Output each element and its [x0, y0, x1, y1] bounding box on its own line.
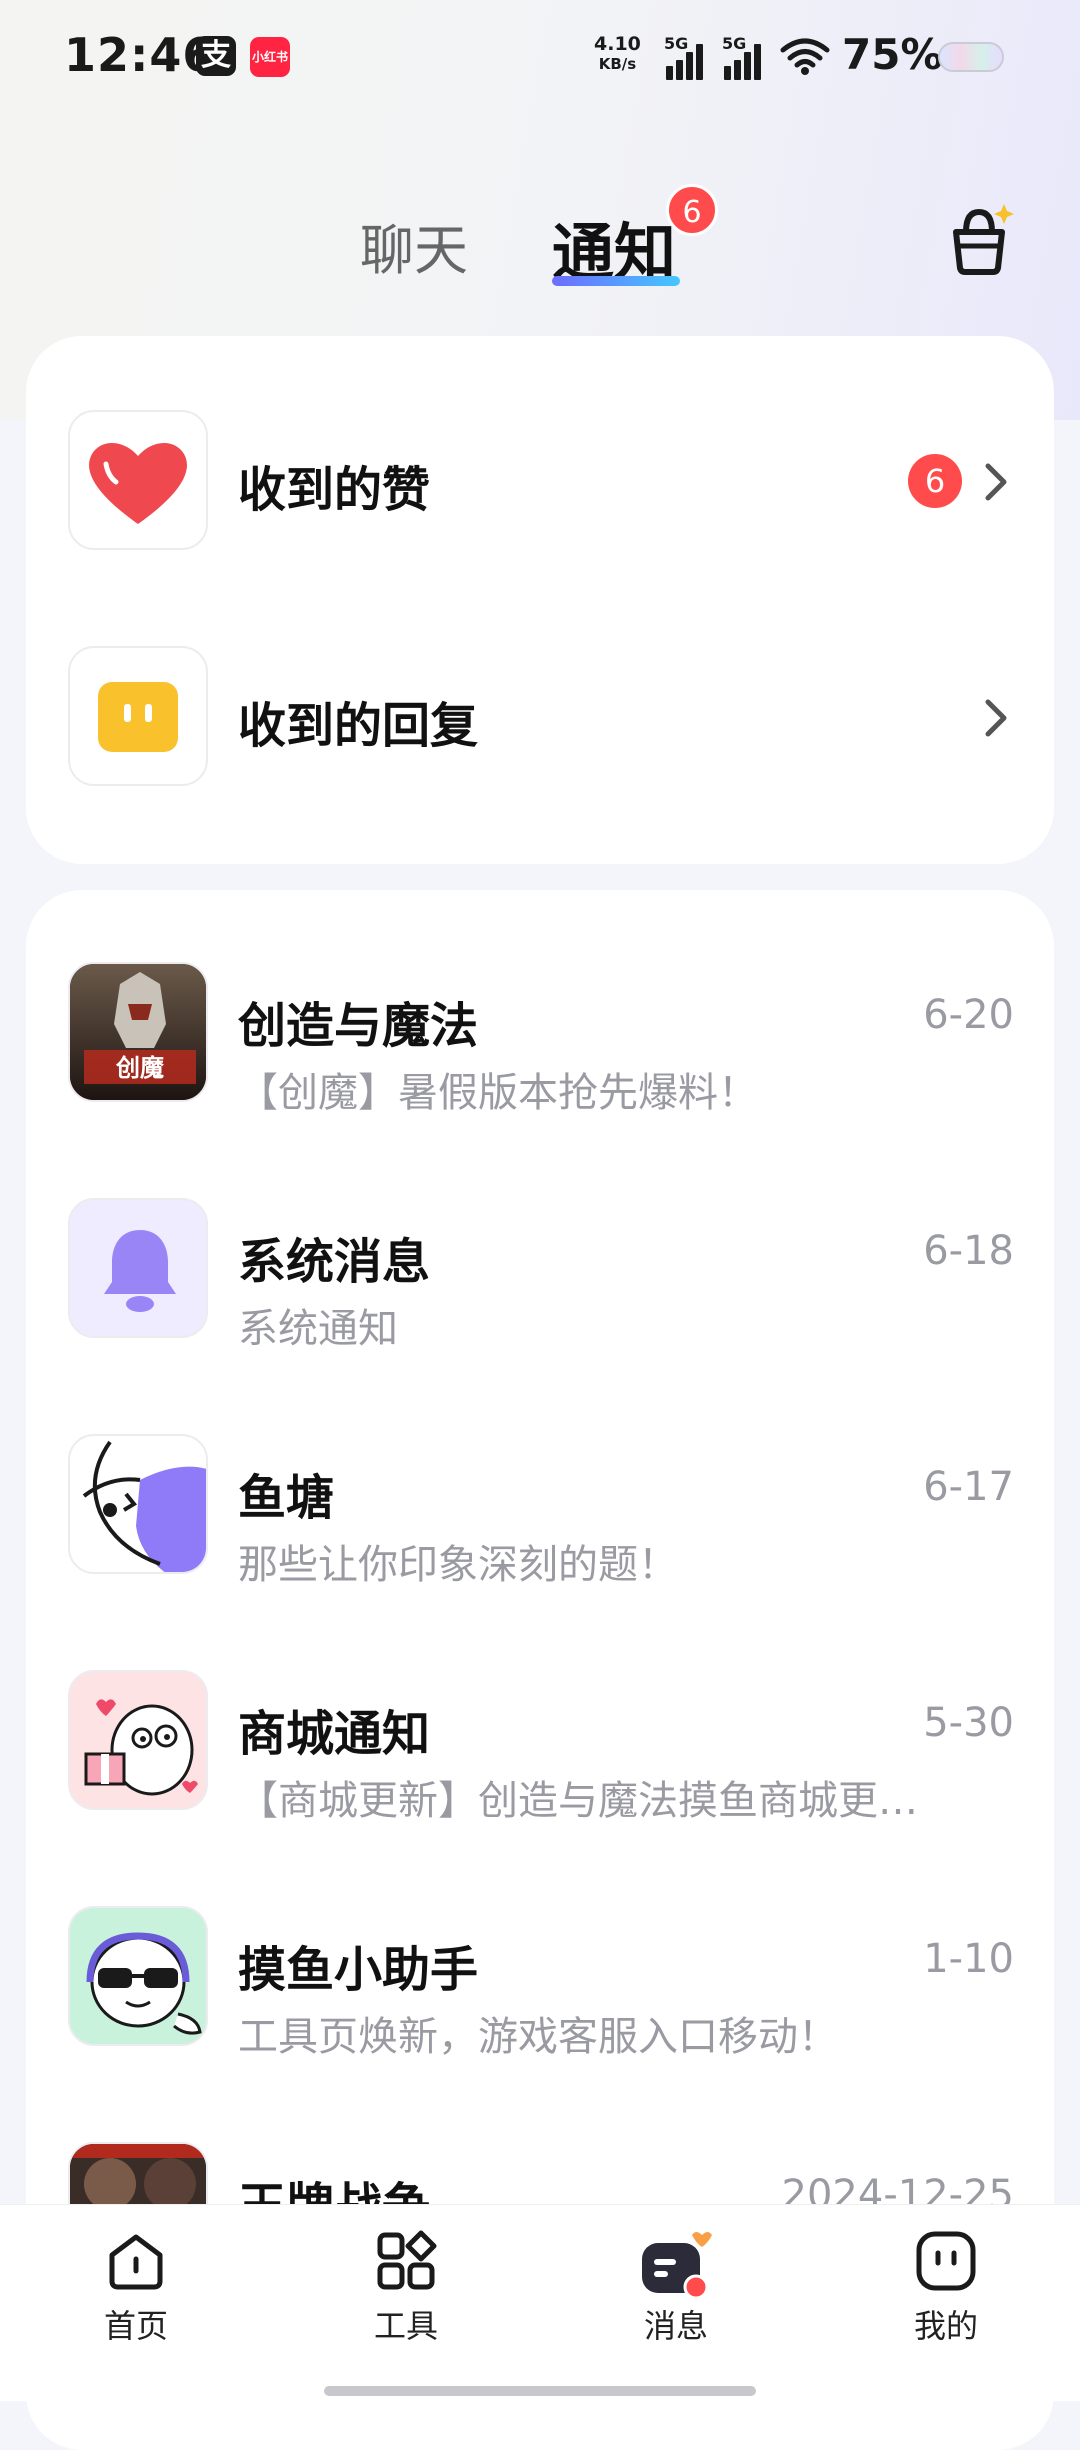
quick-actions-card: 收到的赞 6 收到的回复 — [26, 336, 1054, 864]
likes-received-row[interactable]: 收到的赞 6 — [26, 336, 1054, 586]
heart-icon-box — [68, 410, 208, 550]
home-indicator[interactable] — [324, 2386, 756, 2396]
nav-messages[interactable]: 消息 — [606, 2229, 746, 2347]
status-time: 12:46 — [64, 28, 216, 82]
tab-chat[interactable]: 聊天 — [360, 206, 468, 285]
alipay-notification-icon: 支 — [196, 36, 236, 76]
message-preview: 【创魔】暑假版本抢先爆料！ — [238, 1070, 758, 1116]
signal-icon-1: 5G — [664, 34, 714, 80]
nav-tools-label: 工具 — [373, 2307, 438, 2345]
status-bar: 12:46 支 小红书 4.10 KB/s 5G 5G 75% — [0, 0, 1080, 110]
chuangmo-game-icon: 创魔 — [70, 964, 206, 1100]
nav-tools[interactable]: 工具 — [336, 2229, 476, 2347]
game-avatar: 创魔 — [68, 962, 208, 1102]
fish-icon — [82, 1440, 206, 1572]
battery-percent: 75% — [842, 30, 943, 79]
active-tab-indicator — [552, 276, 680, 286]
bell-icon — [104, 1230, 176, 1312]
messages-icon — [642, 2232, 712, 2300]
bottom-navigation: 首页 工具 消息 我的 — [0, 2204, 1080, 2401]
nav-home[interactable]: 首页 — [66, 2229, 206, 2347]
chevron-right-icon — [985, 699, 1007, 737]
message-date: 1-10 — [923, 1936, 1014, 1982]
message-title: 创造与魔法 — [238, 998, 479, 1054]
notifications-badge: 6 — [666, 184, 718, 236]
signal-label-1: 5G — [664, 34, 689, 53]
signal-icon-2: 5G — [722, 34, 772, 80]
battery-icon — [938, 42, 1004, 72]
message-preview: 【商城更新】创造与魔法摸鱼商城更… — [238, 1778, 918, 1824]
home-icon — [109, 2234, 163, 2290]
assistant-mascot-icon — [86, 1932, 202, 2035]
nav-messages-label: 消息 — [643, 2307, 708, 2345]
nav-home-label: 首页 — [103, 2307, 168, 2345]
message-preview: 那些让你印象深刻的题！ — [238, 1542, 678, 1588]
message-preview: 系统通知 — [238, 1306, 398, 1352]
signal-label-2: 5G — [722, 34, 747, 53]
mall-avatar — [68, 1670, 208, 1810]
message-title: 摸鱼小助手 — [238, 1942, 479, 1998]
game-icon-text: 创魔 — [115, 1054, 164, 1082]
list-item[interactable]: 系统消息 6-18 系统通知 — [26, 1166, 1054, 1396]
message-date: 6-17 — [923, 1464, 1014, 1510]
message-date: 6-20 — [923, 992, 1014, 1038]
replies-received-label: 收到的回复 — [238, 698, 479, 754]
message-title: 鱼塘 — [238, 1470, 335, 1526]
message-title: 系统消息 — [238, 1234, 431, 1290]
shop-basket-icon[interactable] — [946, 198, 1016, 278]
message-date: 5-30 — [923, 1700, 1014, 1746]
nav-me-label: 我的 — [913, 2307, 978, 2345]
network-speed-value: 4.10 — [594, 33, 641, 55]
nav-me[interactable]: 我的 — [876, 2229, 1016, 2347]
message-preview: 工具页焕新，游戏客服入口移动！ — [238, 2014, 838, 2060]
wifi-icon — [780, 38, 830, 75]
assistant-avatar — [68, 1906, 208, 2046]
tools-grid-icon — [377, 2230, 437, 2290]
xiaohongshu-notification-icon: 小红书 — [250, 37, 290, 77]
replies-received-row[interactable]: 收到的回复 — [26, 586, 1054, 836]
mascot-gift-icon — [84, 1699, 198, 1796]
list-item[interactable]: 摸鱼小助手 1-10 工具页焕新，游戏客服入口移动！ — [26, 1874, 1054, 2104]
system-avatar — [68, 1198, 208, 1338]
fishpond-avatar — [68, 1434, 208, 1574]
list-item[interactable]: 鱼塘 6-17 那些让你印象深刻的题！ — [26, 1402, 1054, 1632]
network-speed-unit: KB/s — [598, 55, 637, 73]
message-date: 6-18 — [923, 1228, 1014, 1274]
list-item[interactable]: 商城通知 5-30 【商城更新】创造与魔法摸鱼商城更… — [26, 1638, 1054, 1868]
reply-face-icon — [98, 682, 178, 752]
likes-received-label: 收到的赞 — [238, 462, 431, 518]
chevron-right-icon — [985, 463, 1007, 501]
list-item[interactable]: 创魔 创造与魔法 6-20 【创魔】暑假版本抢先爆料！ — [26, 930, 1054, 1160]
network-speed: 4.10 KB/s — [594, 34, 641, 74]
heart-icon — [89, 443, 187, 524]
reply-icon-box — [68, 646, 208, 786]
message-title: 商城通知 — [238, 1706, 431, 1762]
profile-face-icon — [916, 2231, 976, 2291]
likes-count-badge: 6 — [908, 454, 962, 508]
